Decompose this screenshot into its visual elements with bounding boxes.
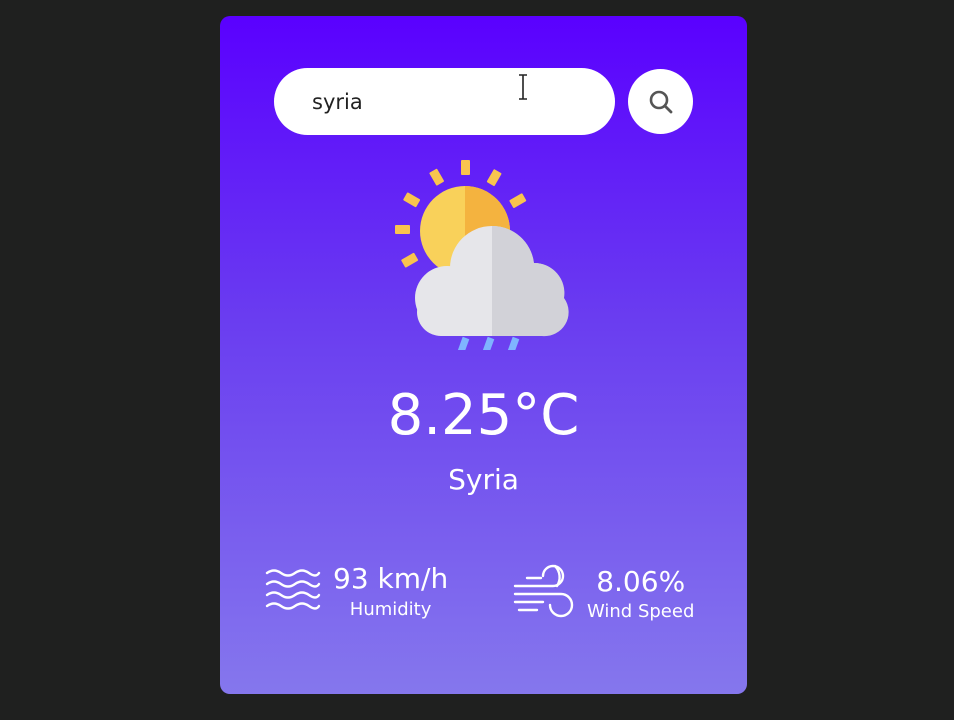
humidity-value: 93 km/h: [333, 562, 449, 595]
city-name: Syria: [448, 463, 519, 496]
wind-icon: [513, 564, 574, 618]
search-input[interactable]: [312, 89, 572, 114]
search-button[interactable]: [628, 69, 693, 134]
search-icon: [649, 90, 672, 113]
text-cursor-icon: [519, 74, 527, 100]
weather-card: 8.25°C Syria 93 km/h Humidity: [220, 16, 747, 694]
wind-speed-label: Wind Speed: [587, 601, 695, 623]
humidity-label: Humidity: [349, 598, 432, 620]
sun-cloud-rain-icon: [395, 160, 569, 350]
search-box[interactable]: [274, 68, 615, 135]
wind-stat: 8.06% Wind Speed: [513, 564, 694, 624]
waves-icon: [265, 569, 321, 611]
temperature: 8.25°C: [387, 383, 580, 448]
humidity-stat: 93 km/h Humidity: [265, 562, 449, 620]
wind-speed-value: 8.06%: [596, 564, 686, 598]
